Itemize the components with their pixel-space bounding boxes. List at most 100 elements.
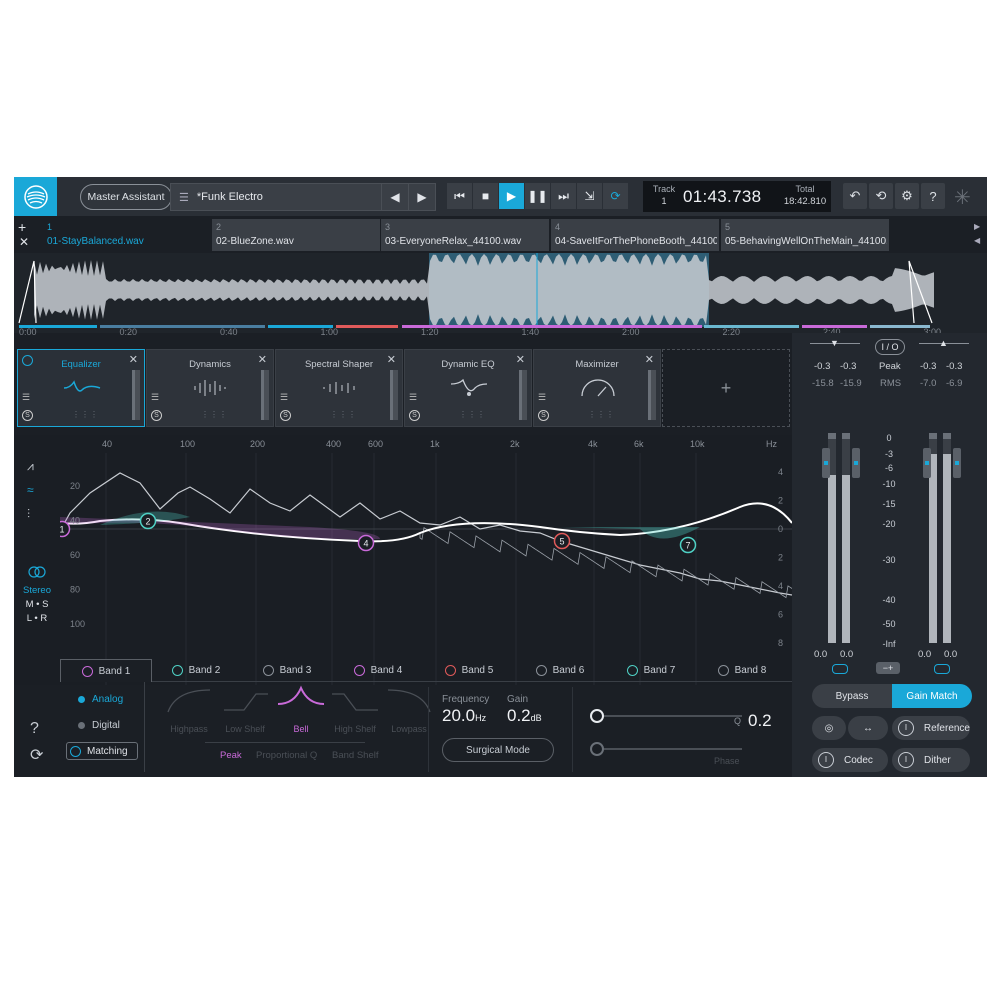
digital-radio[interactable]: Digital	[78, 720, 120, 731]
slider-knob[interactable]	[590, 742, 604, 756]
track-tab-3[interactable]: 3 03-EveryoneRelax_44100.wav	[381, 219, 549, 251]
add-module-button[interactable]: +	[662, 349, 790, 427]
spectrum-icon[interactable]: ⩘	[27, 459, 34, 474]
power-icon[interactable]	[444, 664, 456, 676]
band-tab-6[interactable]: Band 6	[515, 659, 605, 681]
power-icon[interactable]	[262, 664, 274, 676]
track-tab-1[interactable]: 1 01-StayBalanced.wav	[43, 219, 211, 251]
module-spectral-shaper[interactable]: Spectral Shaper ✕ ☰ S ⋮⋮⋮	[275, 349, 403, 427]
eq-node-1[interactable]: 1	[60, 520, 71, 538]
track-tab-4[interactable]: 4 04-SaveItForThePhoneBooth_44100...	[551, 219, 719, 251]
power-icon[interactable]	[535, 664, 547, 676]
solo-icon[interactable]: S	[409, 410, 420, 421]
preset-next-button[interactable]: ▶	[408, 183, 436, 211]
add-track-button[interactable]: +	[18, 219, 26, 235]
output-fader-r[interactable]	[953, 448, 961, 478]
settings-button[interactable]: ⚙	[895, 183, 919, 209]
loop-button[interactable]: ⟳	[603, 183, 628, 209]
bypass-button[interactable]: Bypass	[812, 684, 892, 708]
power-icon[interactable]	[626, 664, 638, 676]
question-icon[interactable]: ?	[30, 720, 39, 738]
solo-icon[interactable]: S	[151, 410, 162, 421]
q-slider[interactable]	[590, 709, 742, 723]
close-icon[interactable]: ✕	[258, 353, 267, 366]
close-track-button[interactable]: ✕	[19, 235, 29, 249]
band-tab-8[interactable]: Band 8	[697, 659, 787, 681]
band-tab-4[interactable]: Band 4	[333, 659, 423, 681]
pause-button[interactable]: ❚❚	[525, 183, 550, 209]
subtype-band-shelf[interactable]: Band Shelf	[332, 750, 378, 761]
stereo-link-button[interactable]: ◎	[812, 716, 846, 740]
reference-button[interactable]: I Reference	[892, 716, 970, 740]
input-link-icon[interactable]	[832, 664, 848, 674]
eq-node-5[interactable]: 5	[553, 532, 571, 550]
track-tab-2[interactable]: 2 02-BlueZone.wav	[212, 219, 380, 251]
eq-node-2[interactable]: 2	[139, 512, 157, 530]
io-button[interactable]: I / O	[875, 339, 905, 355]
play-button[interactable]: ▶	[499, 183, 524, 209]
eq-graph[interactable]: 124 5 7 20406080100 4202468	[60, 453, 792, 685]
band-tab-7[interactable]: Band 7	[606, 659, 696, 681]
solo-icon[interactable]: S	[280, 410, 291, 421]
filter-shape-lowpass[interactable]: Lowpass	[380, 682, 438, 734]
drag-handle-icon[interactable]: ⋮⋮⋮	[588, 410, 615, 419]
filter-shape-high-shelf[interactable]: High Shelf	[326, 682, 384, 734]
filter-shape-highpass[interactable]: Highpass	[160, 682, 218, 734]
drag-handle-icon[interactable]: ⋮⋮⋮	[459, 410, 486, 419]
filter-shape-low-shelf[interactable]: Low Shelf	[216, 682, 274, 734]
list-icon[interactable]: ☰	[409, 392, 417, 403]
surgical-mode-button[interactable]: Surgical Mode	[442, 738, 554, 762]
slider-knob[interactable]	[590, 709, 604, 723]
list-icon[interactable]: ☰	[538, 392, 546, 403]
close-icon[interactable]: ✕	[516, 353, 525, 366]
list-icon[interactable]: ☰	[151, 392, 159, 403]
close-icon[interactable]: ✕	[387, 353, 396, 366]
help-button[interactable]: ?	[921, 183, 945, 209]
module-dynamic-eq[interactable]: Dynamic EQ ✕ ☰ S ⋮⋮⋮	[404, 349, 532, 427]
list-icon[interactable]: ☰	[280, 392, 288, 403]
analog-radio[interactable]: Analog	[78, 694, 123, 705]
preset-prev-button[interactable]: ◀	[381, 183, 409, 211]
module-equalizer[interactable]: Equalizer ✕ ☰ S ⋮⋮⋮	[17, 349, 145, 427]
tab-scroll-arrows[interactable]: ▶ ◀	[974, 220, 980, 248]
master-assistant-button[interactable]: Master Assistant	[80, 184, 172, 210]
export-button[interactable]: ⇲	[577, 183, 602, 209]
rewind-button[interactable]: ⏮	[447, 183, 472, 209]
band-tab-5[interactable]: Band 5	[424, 659, 514, 681]
solo-icon[interactable]: S	[22, 410, 33, 421]
close-icon[interactable]: ✕	[129, 353, 138, 366]
power-icon[interactable]	[717, 664, 729, 676]
eq-curve-tool-icon[interactable]: ≈	[27, 483, 34, 497]
waveform-overview[interactable]	[14, 253, 987, 333]
eq-node-7[interactable]: 7	[679, 536, 697, 554]
triangle-down-icon[interactable]: ▼	[830, 338, 839, 348]
gain-match-button[interactable]: Gain Match	[892, 684, 972, 708]
module-maximizer[interactable]: Maximizer ✕ ☰ S ⋮⋮⋮	[533, 349, 661, 427]
filter-shape-bell[interactable]: Bell	[272, 682, 330, 734]
swap-button[interactable]: ↔	[848, 716, 888, 740]
gain-value[interactable]: 0.2dB	[507, 706, 542, 726]
drag-handle-icon[interactable]: ⋮⋮⋮	[330, 410, 357, 419]
stereo-link-icon[interactable]	[28, 565, 46, 579]
waveform-tool-icon[interactable]: ⫶	[27, 507, 30, 522]
phase-slider[interactable]	[590, 742, 742, 756]
drag-handle-icon[interactable]: ⋮⋮⋮	[72, 410, 99, 419]
band-tab-3[interactable]: Band 3	[242, 659, 332, 681]
input-fader-l[interactable]	[822, 448, 830, 478]
band-tab-2[interactable]: Band 2	[151, 659, 241, 681]
q-value[interactable]: 0.2	[748, 711, 772, 731]
frequency-value[interactable]: 20.0Hz	[442, 706, 486, 726]
close-icon[interactable]: ✕	[645, 353, 654, 366]
eq-node-4[interactable]: 4	[357, 534, 375, 552]
stop-button[interactable]: ■	[473, 183, 498, 209]
dither-button[interactable]: I Dither	[892, 748, 970, 772]
module-dynamics[interactable]: Dynamics ✕ ☰ S ⋮⋮⋮	[146, 349, 274, 427]
input-fader-r[interactable]	[852, 448, 860, 478]
solo-icon[interactable]: S	[538, 410, 549, 421]
minus-plus-icon[interactable]: −+	[876, 662, 900, 674]
reset-icon[interactable]: ⟳	[30, 745, 43, 765]
left-right-toggle[interactable]: L • R	[14, 613, 60, 624]
preset-selector[interactable]: ☰ *Funk Electro	[170, 183, 383, 211]
output-fader-l[interactable]	[923, 448, 931, 478]
app-logo[interactable]	[14, 177, 57, 216]
